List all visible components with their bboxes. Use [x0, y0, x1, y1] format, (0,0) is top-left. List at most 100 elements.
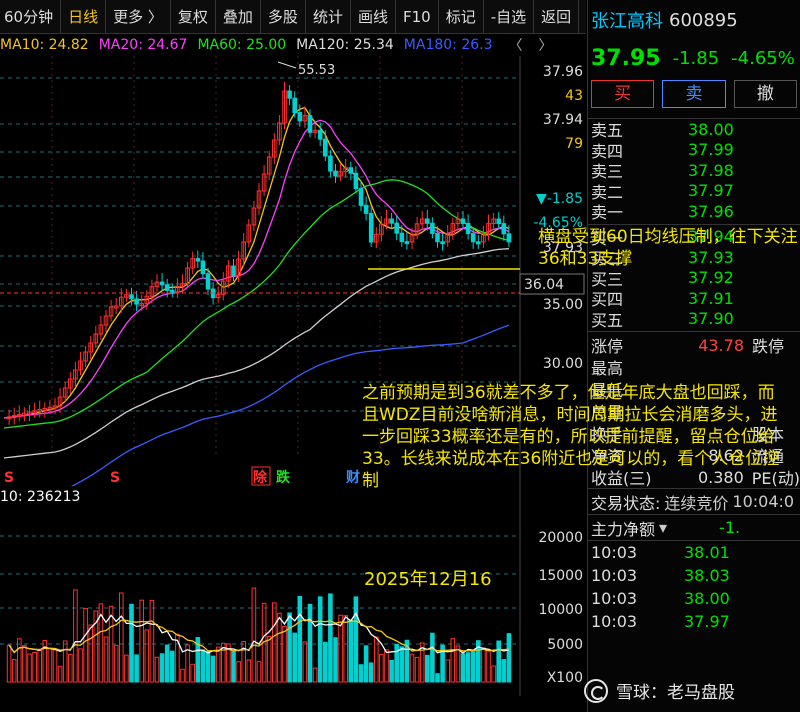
- tick-time: 10:03: [591, 612, 638, 631]
- cancel-order-button[interactable]: 撤: [733, 80, 797, 108]
- volume-bar: [190, 663, 195, 683]
- candle-body: [170, 289, 175, 293]
- mark-button[interactable]: 标记: [439, 0, 484, 34]
- adjust-button[interactable]: 复权: [171, 0, 216, 34]
- candle-body: [292, 97, 297, 114]
- event-mark-drop[interactable]: 跌: [276, 470, 291, 486]
- ma10-label: MA10: 24.82: [0, 37, 89, 53]
- bid-label: 买五: [591, 310, 624, 330]
- tab-daily[interactable]: 日线: [61, 0, 107, 34]
- ask-row[interactable]: 卖五 38.00: [588, 119, 800, 141]
- current-price: 37.95: [591, 45, 661, 71]
- back-button[interactable]: 返回: [534, 0, 580, 34]
- money-flow-value: -1.: [719, 518, 741, 537]
- ma60-label: MA60: 25.00: [197, 37, 287, 53]
- bid-row[interactable]: 买三 37.92: [588, 268, 800, 289]
- volume-bar: [323, 641, 328, 683]
- annotation-date: 2025年12月16: [364, 569, 492, 590]
- candle-body: [317, 129, 323, 140]
- tick-time: 10:03: [591, 589, 638, 608]
- event-mark-s-1[interactable]: S: [4, 470, 14, 486]
- volume-chart[interactable]: 20000 15000 10000 5000 X100: [0, 486, 586, 696]
- statistics-button[interactable]: 统计: [306, 0, 351, 34]
- price-change-pct: -4.65%: [731, 47, 795, 69]
- remove-watchlist-button[interactable]: -自选: [484, 0, 535, 34]
- bid-price: 37.91: [688, 288, 734, 308]
- candle-body: [328, 155, 333, 172]
- ask-row[interactable]: 卖四 37.99: [588, 140, 800, 161]
- axis-value-2: 43: [565, 88, 583, 104]
- candle-body: [348, 167, 354, 174]
- volume-bar: [180, 668, 185, 683]
- volume-bar: [363, 645, 369, 683]
- tick-row: 10:03 38.01: [588, 541, 800, 564]
- volume-bar: [368, 662, 374, 683]
- candle-body: [465, 222, 471, 235]
- candle-body: [333, 170, 338, 177]
- volume-bar: [134, 654, 139, 683]
- volume-bar: [231, 651, 236, 683]
- period-selector[interactable]: 60分钟: [0, 0, 62, 34]
- stock-name[interactable]: 张江高科: [591, 7, 663, 33]
- volume-bar: [302, 641, 308, 683]
- chevron-down-icon[interactable]: ▾: [659, 518, 667, 537]
- sell-button[interactable]: 卖: [662, 80, 726, 108]
- stat-row: 涨停 43.78 跌停: [588, 334, 800, 357]
- volume-bar: [491, 665, 496, 683]
- volume-bar: [470, 649, 476, 683]
- volume-bar: [210, 655, 216, 683]
- order-book: 卖五 38.00 卖四 37.99 卖三 37.98 卖二 37.97 卖一 37.96 …: [588, 118, 800, 330]
- watermark-text: 雪球：老马盘股: [616, 683, 735, 703]
- volume-bar: [256, 661, 262, 683]
- candle-body: [358, 188, 364, 206]
- volume-bar: [297, 595, 303, 683]
- bid-row[interactable]: 买五 37.90: [588, 309, 800, 330]
- volume-bar: [333, 637, 338, 683]
- ask-price: 37.97: [688, 181, 734, 201]
- legend-left-arrow-icon[interactable]: 〈: [509, 35, 523, 55]
- ask-row[interactable]: 卖三 37.98: [588, 160, 800, 182]
- volume-bar: [287, 612, 292, 683]
- volume-axis-3: 10000: [538, 602, 583, 618]
- ask-row[interactable]: 卖一 37.96: [588, 201, 800, 223]
- event-mark-ex-dividend[interactable]: 除: [253, 469, 268, 486]
- bid-price: 37.92: [688, 268, 734, 288]
- quote-panel: 张江高科 600895 37.95 -1.85 -4.65% R 买 卖 撤 卖…: [587, 0, 800, 712]
- ask-price: 37.96: [688, 201, 734, 221]
- f10-button[interactable]: F10: [396, 0, 439, 34]
- candle-body: [205, 273, 211, 290]
- candle-body: [506, 233, 512, 243]
- candle-body: [159, 281, 165, 286]
- candle-body: [353, 172, 359, 190]
- draw-line-button[interactable]: 画线: [351, 0, 396, 34]
- money-flow-row[interactable]: 主力净额 ▾ -1.: [588, 514, 800, 540]
- tick-price: 38.00: [684, 589, 730, 608]
- volume-bar: [159, 653, 165, 683]
- bid-row[interactable]: 买四 37.91: [588, 288, 800, 310]
- event-mark-s-2[interactable]: S: [110, 470, 120, 486]
- event-mark-finance[interactable]: 财: [345, 469, 360, 486]
- overlay-button[interactable]: 叠加: [216, 0, 261, 34]
- stock-header: 张江高科 600895: [588, 0, 800, 40]
- ma180-label: MA180: 26.3: [403, 37, 493, 53]
- multi-stock-button[interactable]: 多股: [261, 0, 306, 34]
- high-label: 55.53: [298, 63, 335, 78]
- more-periods-button[interactable]: 更多 〉: [106, 0, 171, 34]
- candle-body: [501, 223, 507, 235]
- volume-bar: [215, 646, 221, 683]
- legend-right-arrow-icon[interactable]: 〉: [539, 35, 553, 55]
- candle-body: [368, 212, 374, 243]
- stat-key: 涨停: [591, 337, 624, 356]
- ask-row[interactable]: 卖二 37.97: [588, 181, 800, 202]
- axis-value-3: 37.94: [543, 112, 583, 128]
- buy-button[interactable]: 买: [591, 80, 655, 108]
- candle-body: [435, 232, 440, 243]
- volume-bar: [481, 647, 486, 683]
- volume-bar: [292, 632, 297, 683]
- candle-body: [195, 258, 201, 262]
- volume-bar: [78, 648, 83, 683]
- candle-body: [430, 222, 435, 234]
- volume-bar: [450, 638, 456, 683]
- volume-bar: [37, 650, 43, 683]
- volume-bar: [384, 649, 389, 683]
